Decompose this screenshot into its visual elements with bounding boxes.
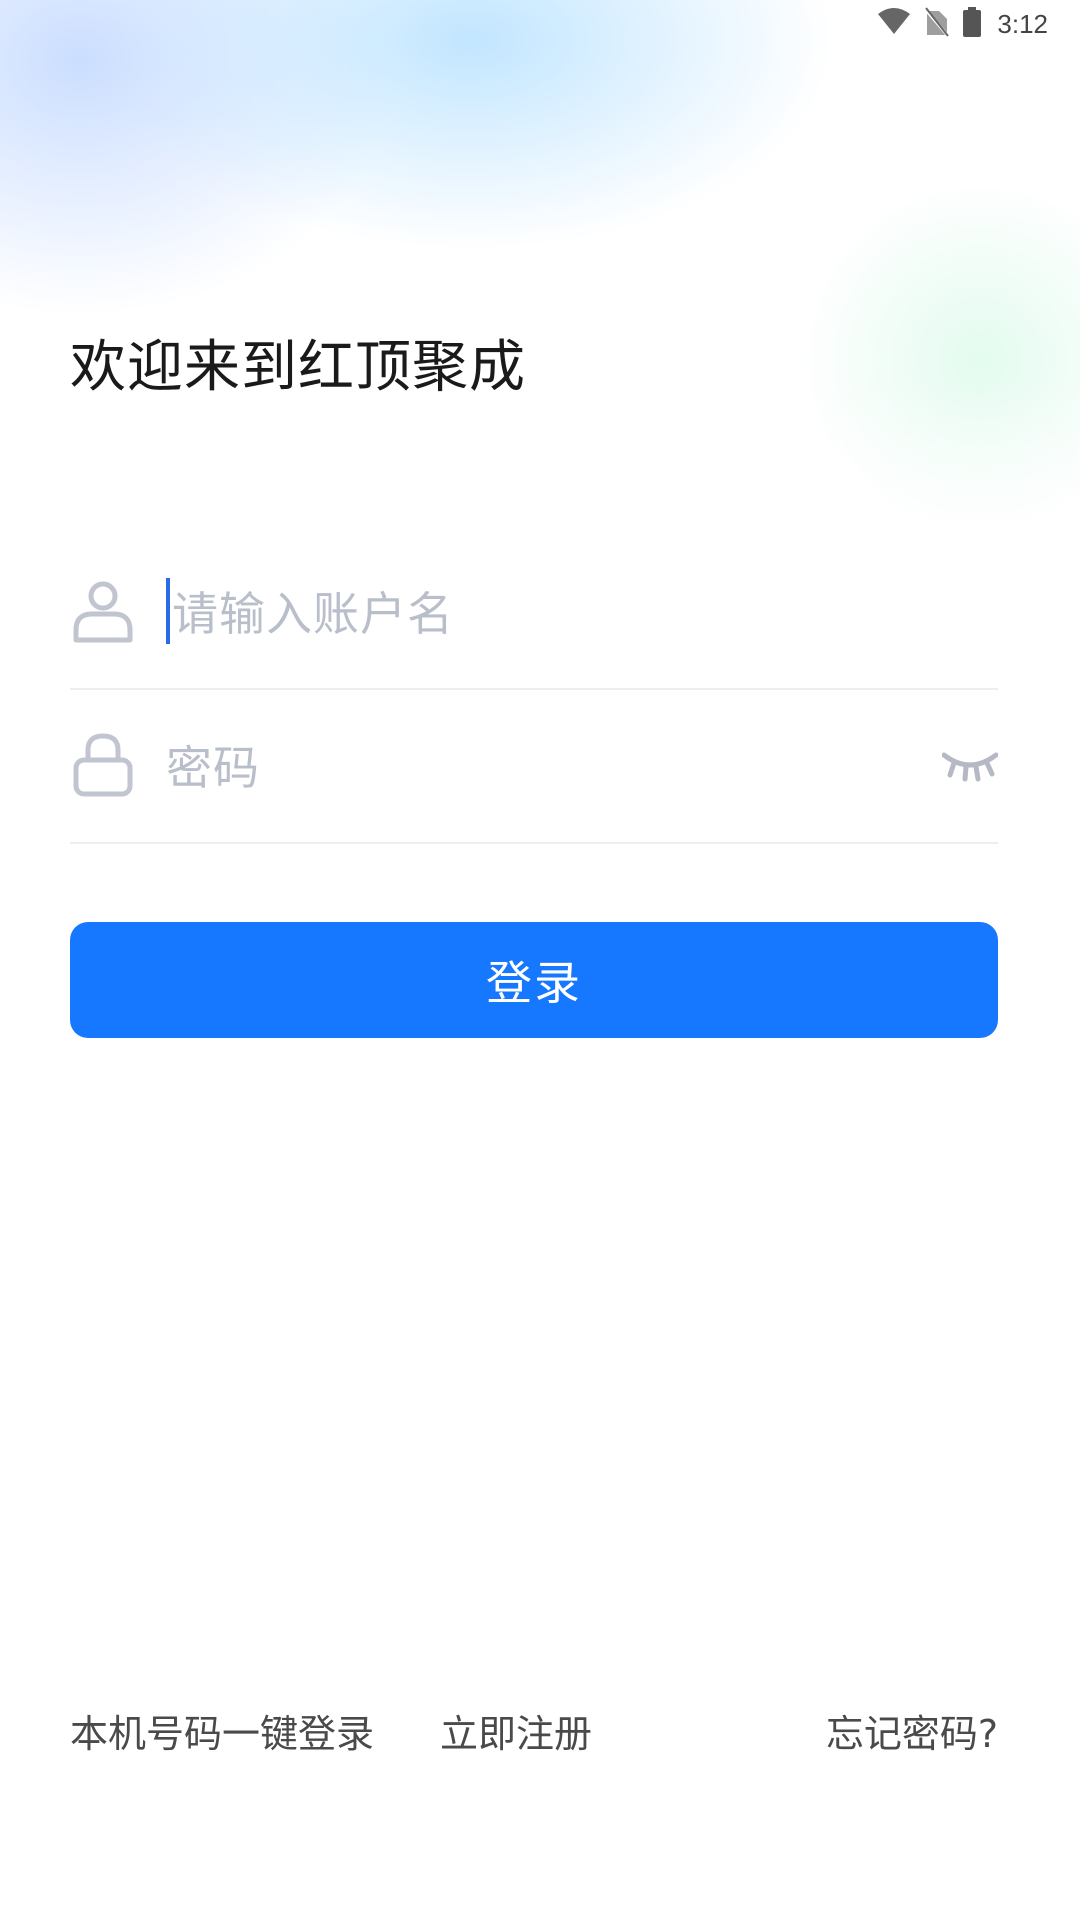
phone-login-link[interactable]: 本机号码一键登录 — [70, 1703, 374, 1758]
eye-closed-icon[interactable] — [941, 745, 999, 785]
no-sim-icon — [924, 7, 951, 41]
lock-icon — [70, 732, 136, 798]
wifi-icon — [877, 8, 911, 40]
status-time: 3:12 — [997, 8, 1048, 39]
forgot-password-link[interactable]: 忘记密码? — [826, 1703, 998, 1758]
username-input[interactable]: 请输入账户名 — [172, 578, 454, 644]
login-button[interactable]: 登录 — [70, 922, 998, 1038]
user-icon — [70, 578, 136, 644]
page-title: 欢迎来到红顶聚成 — [70, 335, 526, 400]
register-link[interactable]: 立即注册 — [440, 1703, 592, 1758]
status-bar: 3:12 — [840, 0, 1080, 48]
username-field[interactable]: 请输入账户名 — [70, 534, 998, 690]
battery-icon — [963, 7, 982, 41]
password-field[interactable]: 密码 — [70, 688, 999, 844]
text-cursor — [166, 578, 170, 644]
footer-links: 本机号码一键登录 立即注册 忘记密码? — [70, 1700, 998, 1760]
password-input[interactable]: 密码 — [166, 732, 260, 798]
